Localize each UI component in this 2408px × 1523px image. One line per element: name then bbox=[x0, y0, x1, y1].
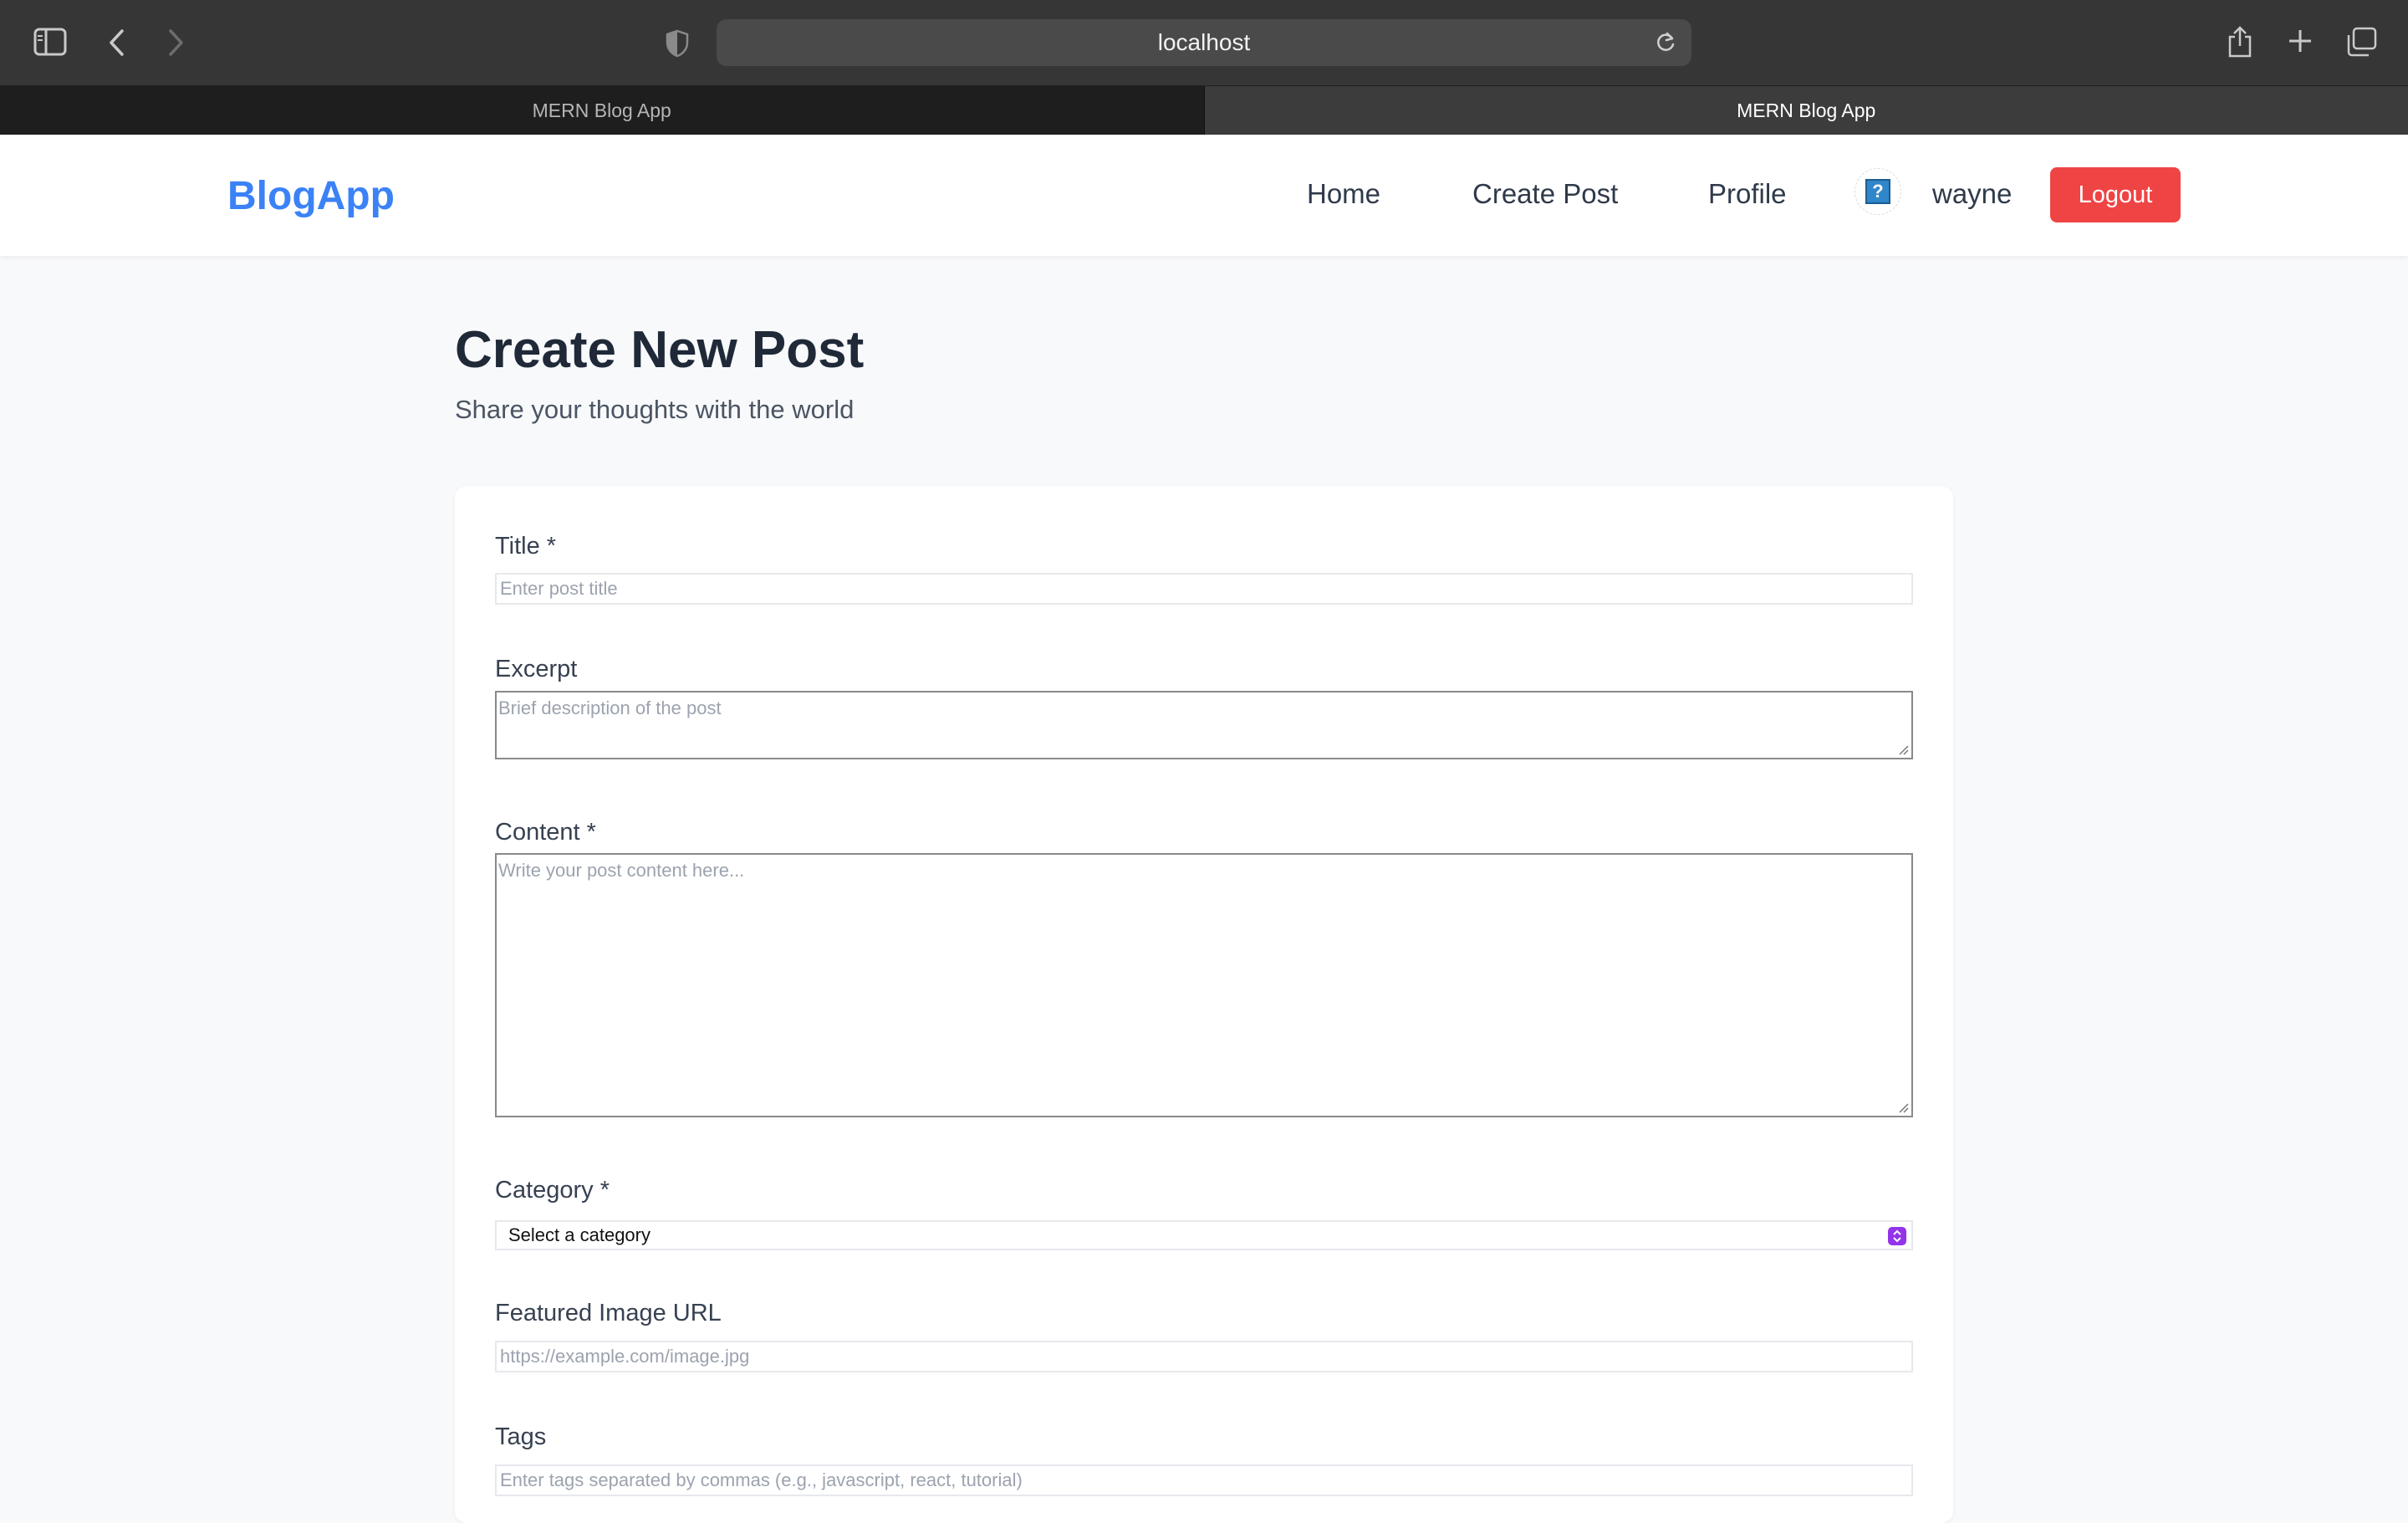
content-placeholder: Write your post content here... bbox=[498, 860, 744, 882]
excerpt-label: Excerpt bbox=[495, 656, 577, 683]
nav-link-profile[interactable]: Profile bbox=[1708, 178, 1787, 210]
image-url-input[interactable]: https://example.com/image.jpg bbox=[495, 1341, 1913, 1372]
excerpt-placeholder: Brief description of the post bbox=[498, 698, 722, 719]
image-url-label: Featured Image URL bbox=[495, 1300, 722, 1327]
tab-mern-blog-app-2[interactable]: MERN Blog App bbox=[1205, 86, 2408, 135]
username: wayne bbox=[1932, 178, 2012, 210]
content-label: Content * bbox=[495, 819, 596, 846]
new-tab-icon[interactable] bbox=[2287, 28, 2314, 54]
excerpt-textarea[interactable]: Brief description of the post bbox=[495, 691, 1913, 759]
page-subtitle: Share your thoughts with the world bbox=[455, 395, 854, 425]
resize-handle-icon[interactable] bbox=[1897, 1101, 1909, 1113]
category-select[interactable]: Select a category bbox=[495, 1220, 1913, 1250]
brand-logo[interactable]: BlogApp bbox=[227, 173, 395, 219]
avatar[interactable]: ? bbox=[1854, 168, 1901, 215]
nav-link-home[interactable]: Home bbox=[1307, 178, 1380, 210]
tab-overview-icon[interactable] bbox=[2345, 27, 2377, 57]
resize-handle-icon[interactable] bbox=[1897, 744, 1909, 755]
tags-label: Tags bbox=[495, 1423, 546, 1451]
select-chevron-icon bbox=[1888, 1227, 1906, 1245]
category-selected-value: Select a category bbox=[508, 1224, 650, 1246]
privacy-shield-icon[interactable] bbox=[666, 29, 689, 58]
title-placeholder: Enter post title bbox=[500, 578, 618, 600]
share-icon[interactable] bbox=[2227, 25, 2253, 59]
title-label: Title * bbox=[495, 533, 556, 560]
category-label: Category * bbox=[495, 1177, 610, 1204]
tags-placeholder: Enter tags separated by commas (e.g., ja… bbox=[500, 1469, 1023, 1491]
create-post-form: Title * Enter post title Excerpt Brief d… bbox=[455, 486, 1953, 1523]
page-title: Create New Post bbox=[455, 320, 864, 380]
broken-image-icon: ? bbox=[1865, 179, 1890, 204]
image-url-placeholder: https://example.com/image.jpg bbox=[500, 1346, 749, 1367]
tab-mern-blog-app-1[interactable]: MERN Blog App bbox=[0, 86, 1205, 135]
back-icon[interactable] bbox=[107, 28, 125, 58]
tab-bar: MERN Blog App MERN Blog App bbox=[0, 86, 2408, 135]
nav-link-create-post[interactable]: Create Post bbox=[1472, 178, 1618, 210]
reload-icon[interactable] bbox=[1655, 31, 1676, 59]
app-navbar: BlogApp Home Create Post Profile ? wayne… bbox=[0, 135, 2408, 256]
logout-button[interactable]: Logout bbox=[2050, 167, 2181, 222]
forward-icon[interactable] bbox=[167, 28, 186, 58]
url-text: localhost bbox=[1158, 29, 1251, 56]
tags-input[interactable]: Enter tags separated by commas (e.g., ja… bbox=[495, 1464, 1913, 1496]
browser-toolbar: localhost bbox=[0, 0, 2408, 86]
content-textarea[interactable]: Write your post content here... bbox=[495, 853, 1913, 1117]
address-bar[interactable]: localhost bbox=[717, 19, 1691, 66]
sidebar-toggle-icon[interactable] bbox=[33, 28, 67, 56]
title-input[interactable]: Enter post title bbox=[495, 573, 1913, 605]
